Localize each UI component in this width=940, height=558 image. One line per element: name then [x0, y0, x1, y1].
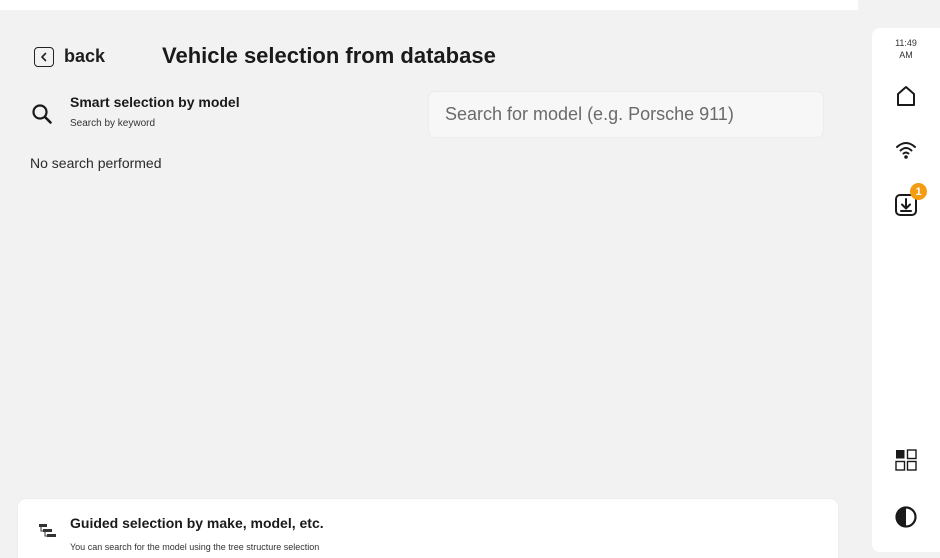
search-empty-state: No search performed: [30, 155, 162, 171]
clock-time: 11:49: [895, 38, 917, 48]
smart-selection-title: Smart selection by model: [70, 94, 240, 110]
back-label: back: [64, 46, 106, 66]
model-search-input[interactable]: [429, 92, 823, 137]
apps-icon[interactable]: [892, 446, 920, 474]
download-icon[interactable]: 1: [892, 183, 927, 219]
smart-selection-header: Smart selection by model Search by keywo…: [30, 92, 240, 129]
guided-selection-subtitle: You can search for the model using the t…: [70, 542, 320, 552]
top-strip: [0, 0, 858, 10]
download-badge: 1: [910, 183, 927, 200]
home-icon[interactable]: [892, 82, 920, 110]
screen: back Vehicle selection from database Sma…: [0, 0, 940, 558]
right-sidebar: 11:49 AM 1: [872, 28, 940, 552]
wifi-icon[interactable]: [892, 136, 920, 164]
clock-meridiem: AM: [899, 50, 913, 60]
chevron-left-icon: [34, 46, 54, 67]
search-icon: [30, 102, 54, 126]
main-panel: back Vehicle selection from database Sma…: [0, 0, 858, 558]
smart-selection-subtitle: Search by keyword: [70, 118, 156, 129]
contrast-icon[interactable]: [892, 503, 920, 531]
smart-selection-text: Smart selection by model Search by keywo…: [70, 92, 240, 129]
tree-structure-icon: [38, 523, 58, 539]
page-title: Vehicle selection from database: [162, 43, 496, 68]
guided-selection-card[interactable]: Guided selection by make, model, etc. Yo…: [18, 499, 838, 558]
clock: 11:49 AM: [872, 37, 940, 61]
guided-selection-title: Guided selection by make, model, etc.: [70, 515, 324, 531]
back-button[interactable]: back: [34, 46, 105, 67]
